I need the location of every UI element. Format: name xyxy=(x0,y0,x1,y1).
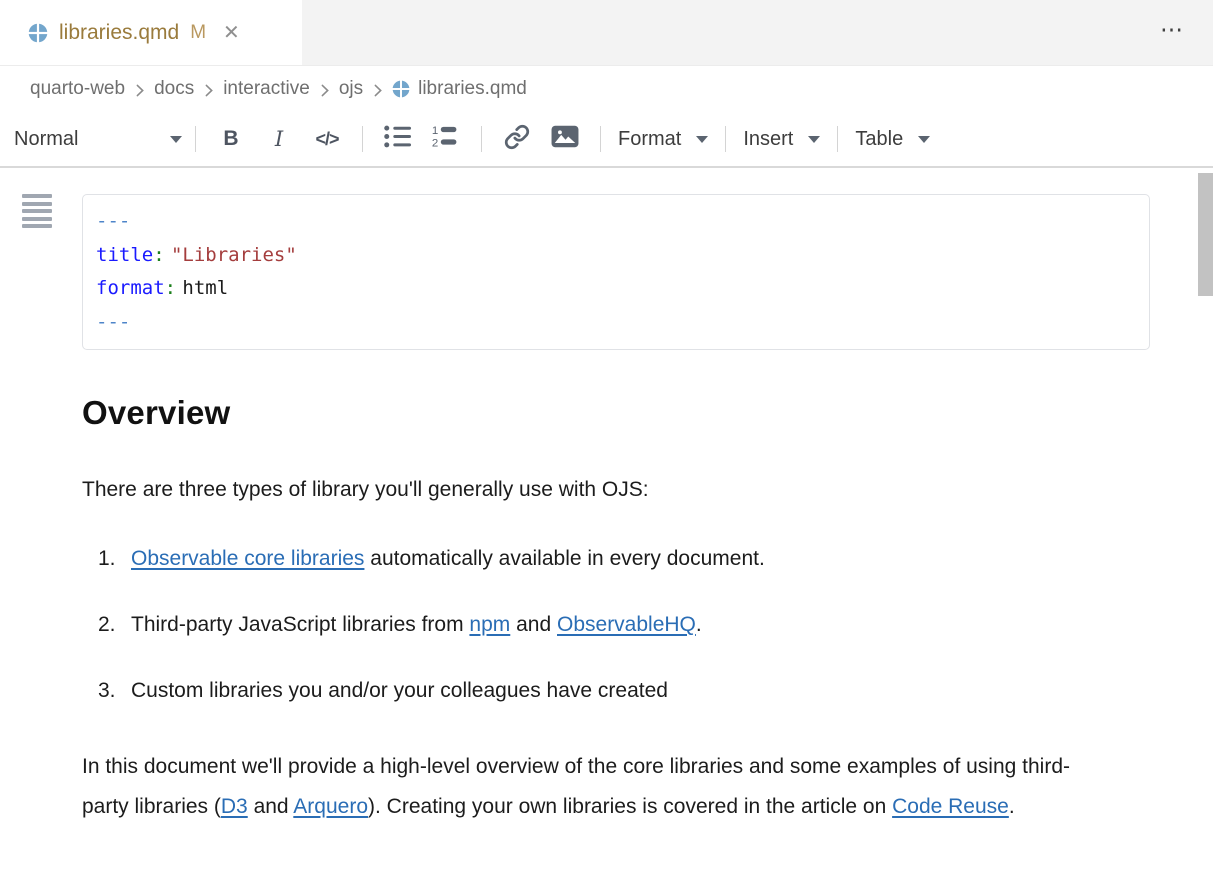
numbered-list: 1. Observable core libraries automatical… xyxy=(82,545,1150,705)
tab-libraries-qmd[interactable]: libraries.qmd M ✕ xyxy=(0,0,302,65)
link-button[interactable] xyxy=(493,119,541,159)
list-item[interactable]: 2. Third-party JavaScript libraries from… xyxy=(82,611,1150,639)
more-actions-icon[interactable]: ⋯ xyxy=(1160,18,1187,41)
breadcrumb: quarto-web docs interactive ojs librarie… xyxy=(0,66,1213,112)
yaml-format-line: format:html xyxy=(96,272,1136,306)
list-item-text: Observable core libraries automatically … xyxy=(131,545,765,573)
bold-icon: B xyxy=(223,127,238,151)
breadcrumb-interactive[interactable]: interactive xyxy=(223,78,310,100)
yaml-open-delimiter: --- xyxy=(96,205,1136,239)
vertical-scrollbar-thumb[interactable] xyxy=(1198,173,1213,296)
paragraph-style-dropdown[interactable]: Normal xyxy=(14,128,184,151)
editor-canvas: --- title:"Libraries" format:html --- Ov… xyxy=(0,168,1213,827)
breadcrumb-file[interactable]: libraries.qmd xyxy=(392,78,527,100)
list-marker: 1. xyxy=(98,545,131,573)
format-menu[interactable]: Format xyxy=(612,128,714,151)
code-icon: </> xyxy=(315,129,338,150)
chevron-right-icon xyxy=(200,82,217,99)
chevron-down-icon xyxy=(918,136,930,143)
modified-badge: M xyxy=(190,22,206,44)
inline-code-button[interactable]: </> xyxy=(303,119,351,159)
chevron-right-icon xyxy=(369,82,386,99)
toolbar-divider xyxy=(362,126,363,152)
chevron-down-icon xyxy=(170,136,182,143)
tab-title: libraries.qmd xyxy=(59,21,179,45)
list-item[interactable]: 1. Observable core libraries automatical… xyxy=(82,545,1150,573)
table-menu[interactable]: Table xyxy=(849,128,936,151)
table-menu-label: Table xyxy=(855,128,903,151)
list-marker: 2. xyxy=(98,611,131,639)
chevron-down-icon xyxy=(696,136,708,143)
image-icon xyxy=(551,125,579,153)
chevron-right-icon xyxy=(316,82,333,99)
bullet-list-icon xyxy=(383,124,413,154)
formatting-toolbar: Normal B I </> 1 2 xyxy=(0,112,1213,168)
link-npm[interactable]: npm xyxy=(469,613,510,636)
breadcrumb-quarto-web[interactable]: quarto-web xyxy=(30,78,125,100)
quarto-file-icon xyxy=(28,23,48,43)
document-heading[interactable]: Overview xyxy=(82,394,1150,432)
chevron-down-icon xyxy=(808,136,820,143)
breadcrumb-ojs[interactable]: ojs xyxy=(339,78,363,100)
italic-button[interactable]: I xyxy=(255,119,303,159)
image-button[interactable] xyxy=(541,119,589,159)
yaml-title-line: title:"Libraries" xyxy=(96,239,1136,273)
list-marker: 3. xyxy=(98,677,131,705)
intro-paragraph[interactable]: There are three types of library you'll … xyxy=(82,476,1150,504)
quarto-file-icon xyxy=(392,80,410,98)
bullet-list-button[interactable] xyxy=(374,119,422,159)
insert-menu[interactable]: Insert xyxy=(737,128,826,151)
breadcrumb-file-label: libraries.qmd xyxy=(418,78,527,100)
insert-menu-label: Insert xyxy=(743,128,793,151)
bold-button[interactable]: B xyxy=(207,119,255,159)
paragraph-style-value: Normal xyxy=(14,128,78,151)
link-code-reuse[interactable]: Code Reuse xyxy=(892,795,1009,818)
chevron-right-icon xyxy=(131,82,148,99)
breadcrumb-docs[interactable]: docs xyxy=(154,78,194,100)
svg-text:1: 1 xyxy=(432,125,438,137)
toolbar-divider xyxy=(600,126,601,152)
yaml-front-matter-block[interactable]: --- title:"Libraries" format:html --- xyxy=(82,194,1150,350)
link-arquero[interactable]: Arquero xyxy=(293,795,368,818)
link-d3[interactable]: D3 xyxy=(221,795,248,818)
numbered-list-button[interactable]: 1 2 xyxy=(422,119,470,159)
list-item[interactable]: 3. Custom libraries you and/or your coll… xyxy=(82,677,1150,705)
italic-icon: I xyxy=(275,127,283,151)
list-item-text: Custom libraries you and/or your colleag… xyxy=(131,677,668,705)
format-menu-label: Format xyxy=(618,128,681,151)
numbered-list-icon: 1 2 xyxy=(431,124,461,154)
list-item-text: Third-party JavaScript libraries from np… xyxy=(131,611,702,639)
toolbar-divider xyxy=(837,126,838,152)
toolbar-divider xyxy=(481,126,482,152)
svg-text:2: 2 xyxy=(432,137,438,149)
link-icon xyxy=(504,124,530,155)
link-observablehq[interactable]: ObservableHQ xyxy=(557,613,696,636)
yaml-close-delimiter: --- xyxy=(96,306,1136,340)
tab-bar: libraries.qmd M ✕ ⋯ xyxy=(0,0,1213,66)
closing-paragraph[interactable]: In this document we'll provide a high-le… xyxy=(82,747,1092,827)
block-drag-handle-icon[interactable] xyxy=(22,194,52,232)
close-tab-icon[interactable]: ✕ xyxy=(223,23,240,43)
toolbar-divider xyxy=(195,126,196,152)
link-observable-core-libraries[interactable]: Observable core libraries xyxy=(131,547,364,570)
toolbar-divider xyxy=(725,126,726,152)
